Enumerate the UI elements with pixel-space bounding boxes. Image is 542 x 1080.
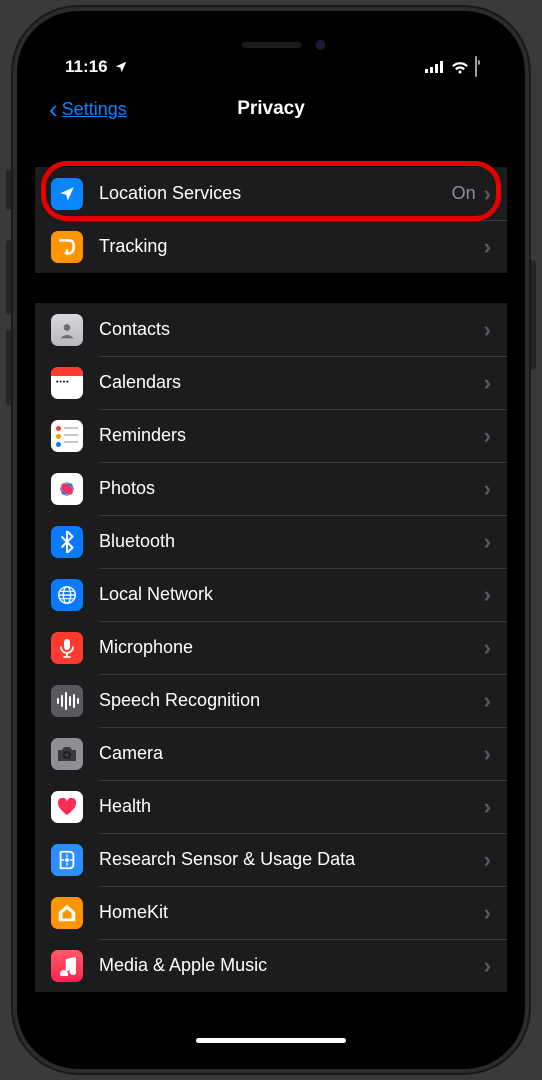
- location-arrow-icon: [114, 60, 128, 74]
- row-label: Health: [99, 796, 484, 817]
- volume-up-button[interactable]: [6, 240, 12, 315]
- speaker-grille: [241, 42, 301, 48]
- row-label: Camera: [99, 743, 484, 764]
- row-bluetooth[interactable]: Bluetooth ›: [35, 515, 507, 568]
- row-label: Media & Apple Music: [99, 955, 484, 976]
- music-icon: [51, 950, 83, 982]
- row-location-services[interactable]: Location Services On ›: [35, 167, 507, 220]
- globe-icon: [51, 579, 83, 611]
- chevron-right-icon: ›: [484, 183, 491, 205]
- chevron-right-icon: ›: [484, 849, 491, 871]
- row-local-network[interactable]: Local Network ›: [35, 568, 507, 621]
- chevron-right-icon: ›: [484, 425, 491, 447]
- row-photos[interactable]: Photos ›: [35, 462, 507, 515]
- chevron-left-icon: ‹: [49, 96, 58, 122]
- chevron-right-icon: ›: [484, 637, 491, 659]
- chevron-right-icon: ›: [484, 372, 491, 394]
- settings-group: Contacts › • • • • Calendars ›: [35, 303, 507, 992]
- heart-icon: [51, 791, 83, 823]
- power-button[interactable]: [530, 260, 536, 370]
- row-label: HomeKit: [99, 902, 484, 923]
- row-homekit[interactable]: HomeKit ›: [35, 886, 507, 939]
- row-label: Calendars: [99, 372, 484, 393]
- chevron-right-icon: ›: [484, 796, 491, 818]
- settings-group: Location Services On › Tracking ›: [35, 167, 507, 273]
- chevron-right-icon: ›: [484, 955, 491, 977]
- waveform-icon: [51, 685, 83, 717]
- row-label: Research Sensor & Usage Data: [99, 849, 484, 870]
- content-scroll[interactable]: Location Services On › Tracking ›: [35, 137, 507, 1051]
- chevron-right-icon: ›: [484, 236, 491, 258]
- microphone-icon: [51, 632, 83, 664]
- cellular-signal-icon: [425, 61, 445, 73]
- chevron-right-icon: ›: [484, 902, 491, 924]
- silence-switch[interactable]: [6, 170, 12, 210]
- row-label: Bluetooth: [99, 531, 484, 552]
- bluetooth-icon: [51, 526, 83, 558]
- home-indicator[interactable]: [196, 1038, 346, 1043]
- row-research-sensor[interactable]: Research Sensor & Usage Data ›: [35, 833, 507, 886]
- row-value: On: [452, 183, 476, 204]
- row-speech-recognition[interactable]: Speech Recognition ›: [35, 674, 507, 727]
- row-label: Microphone: [99, 637, 484, 658]
- row-microphone[interactable]: Microphone ›: [35, 621, 507, 674]
- chevron-right-icon: ›: [484, 743, 491, 765]
- chevron-right-icon: ›: [484, 319, 491, 341]
- nav-bar: ‹ Settings Privacy: [35, 81, 507, 137]
- row-reminders[interactable]: Reminders ›: [35, 409, 507, 462]
- row-contacts[interactable]: Contacts ›: [35, 303, 507, 356]
- location-icon: [51, 178, 83, 210]
- row-label: Contacts: [99, 319, 484, 340]
- research-icon: [51, 844, 83, 876]
- battery-icon: [475, 57, 477, 77]
- screen: 11:16 ‹ Settings: [35, 29, 507, 1051]
- phone-frame: 11:16 ‹ Settings: [13, 7, 529, 1073]
- row-label: Speech Recognition: [99, 690, 484, 711]
- chevron-right-icon: ›: [484, 690, 491, 712]
- notch: [159, 29, 384, 61]
- chevron-right-icon: ›: [484, 584, 491, 606]
- row-tracking[interactable]: Tracking ›: [35, 220, 507, 273]
- camera-icon: [51, 738, 83, 770]
- photos-icon: [51, 473, 83, 505]
- calendar-icon: • • • •: [51, 367, 83, 399]
- back-button[interactable]: ‹ Settings: [49, 96, 127, 122]
- front-camera-icon: [316, 40, 326, 50]
- row-label: Photos: [99, 478, 484, 499]
- tracking-icon: [51, 231, 83, 263]
- status-time: 11:16: [65, 57, 108, 77]
- home-icon: [51, 897, 83, 929]
- chevron-right-icon: ›: [484, 531, 491, 553]
- row-label: Location Services: [99, 183, 452, 204]
- contacts-icon: [51, 314, 83, 346]
- volume-down-button[interactable]: [6, 330, 12, 405]
- reminders-icon: [51, 420, 83, 452]
- row-label: Reminders: [99, 425, 484, 446]
- row-label: Tracking: [99, 236, 484, 257]
- back-label: Settings: [62, 99, 127, 120]
- row-media-apple-music[interactable]: Media & Apple Music ›: [35, 939, 507, 992]
- row-label: Local Network: [99, 584, 484, 605]
- row-health[interactable]: Health ›: [35, 780, 507, 833]
- chevron-right-icon: ›: [484, 478, 491, 500]
- row-calendars[interactable]: • • • • Calendars ›: [35, 356, 507, 409]
- row-camera[interactable]: Camera ›: [35, 727, 507, 780]
- wifi-icon: [451, 61, 469, 74]
